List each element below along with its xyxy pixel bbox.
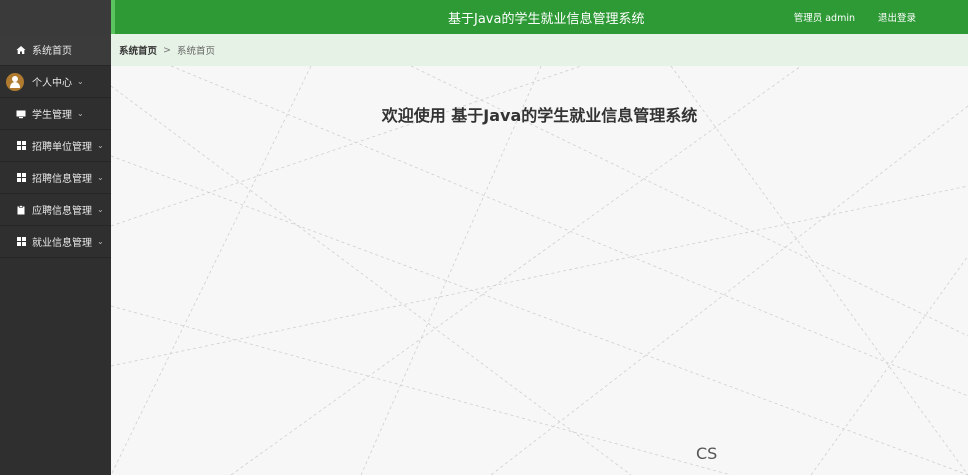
- grid-icon: [15, 172, 27, 184]
- logout-link[interactable]: 退出登录: [878, 10, 916, 24]
- breadcrumb-home-link[interactable]: 系统首页: [119, 43, 157, 57]
- sidebar-item-employers[interactable]: 招聘单位管理 ⌄: [0, 130, 111, 162]
- chevron-down-icon: ⌄: [77, 109, 84, 118]
- monitor-icon: [15, 108, 27, 120]
- welcome-heading: 欢迎使用 基于Java的学生就业信息管理系统: [381, 106, 698, 125]
- current-user-label: 管理员 admin: [793, 13, 855, 24]
- chevron-down-icon: ⌄: [97, 205, 104, 214]
- sidebar-item-label: 招聘单位管理: [32, 142, 92, 153]
- sidebar-logo-area: [0, 0, 111, 34]
- app-title: 基于Java的学生就业信息管理系统: [448, 12, 645, 27]
- clipboard-icon: [15, 204, 27, 216]
- sidebar-item-label: 就业信息管理: [32, 238, 92, 249]
- sidebar-item-label: 个人中心: [32, 78, 72, 89]
- breadcrumb-current: 系统首页: [176, 46, 215, 57]
- sidebar-item-label: 应聘信息管理: [32, 206, 92, 217]
- sidebar: 系统首页 个人中心 ⌄ 学生管理 ⌄ 招聘单位管理 ⌄ 招聘信息管理 ⌄ 应聘信…: [0, 0, 111, 475]
- chevron-down-icon: ⌄: [77, 77, 84, 86]
- sidebar-item-home[interactable]: 系统首页: [0, 34, 111, 66]
- watermark-text: CS: [696, 444, 718, 463]
- chevron-down-icon: ⌄: [97, 237, 104, 246]
- sidebar-item-label: 招聘信息管理: [32, 174, 92, 185]
- sidebar-item-label: 系统首页: [32, 46, 72, 57]
- breadcrumb-separator: >: [163, 44, 171, 56]
- sidebar-item-applications[interactable]: 应聘信息管理 ⌄: [0, 194, 111, 226]
- home-icon: [15, 44, 27, 56]
- grid-icon: [15, 140, 27, 152]
- sidebar-item-job-postings[interactable]: 招聘信息管理 ⌄: [0, 162, 111, 194]
- top-header: 基于Java的学生就业信息管理系统 管理员 admin 退出登录: [111, 0, 968, 34]
- background-pattern: [111, 66, 968, 475]
- breadcrumb: 系统首页 > 系统首页: [111, 34, 968, 66]
- chevron-down-icon: ⌄: [97, 141, 104, 150]
- sidebar-item-label: 学生管理: [32, 110, 72, 121]
- sidebar-item-profile[interactable]: 个人中心 ⌄: [0, 66, 111, 98]
- user-icon: [6, 73, 24, 91]
- grid-icon: [15, 236, 27, 248]
- main-content: 欢迎使用 基于Java的学生就业信息管理系统 CS: [111, 66, 968, 475]
- sidebar-item-students[interactable]: 学生管理 ⌄: [0, 98, 111, 130]
- chevron-down-icon: ⌄: [97, 173, 104, 182]
- sidebar-item-employment[interactable]: 就业信息管理 ⌄: [0, 226, 111, 258]
